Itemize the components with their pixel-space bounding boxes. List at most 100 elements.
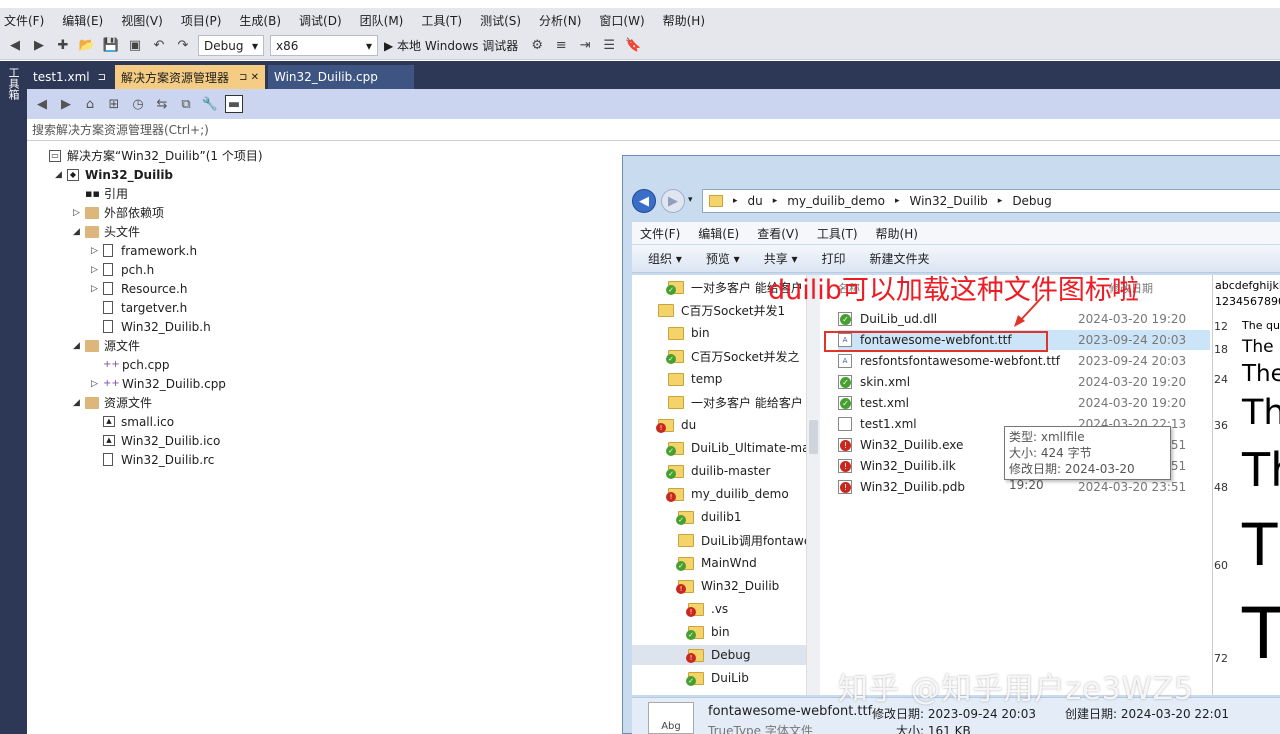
back-icon[interactable]: ◀ [6,37,24,55]
breadcrumb-item[interactable]: Debug [1012,194,1051,208]
menu-item[interactable]: 分析(N) [539,12,581,29]
debug-target-icon[interactable]: ⚙ [528,37,546,55]
menu-item[interactable]: 编辑(E) [62,12,103,29]
history-dropdown-icon[interactable]: ▾ [688,195,693,205]
nav-folder-item[interactable]: ! my_duilib_demo [666,484,820,504]
nav-folder-item[interactable]: ! du [656,415,820,435]
comment-icon[interactable]: ☰ [600,37,618,55]
explorer-command-button[interactable]: 打印 [822,250,846,267]
tab-test1-xml[interactable]: test1.xml ⊐ [27,65,112,89]
breadcrumb-separator-icon[interactable]: ▸ [895,196,900,206]
expand-arrow-icon[interactable]: ▷ [91,246,103,256]
properties-icon[interactable]: 🔧 [201,95,219,113]
explorer-menu-item[interactable]: 编辑(E) [698,225,739,242]
nav-folder-item[interactable]: ✓ duilib-master [666,461,820,481]
explorer-command-button[interactable]: 组织 ▾ [648,250,682,267]
explorer-menu-item[interactable]: 文件(F) [640,225,680,242]
file-row[interactable]: test.xml 2024-03-20 19:20 [838,393,1210,413]
collapse-arrow-icon[interactable]: ◢ [73,341,85,351]
nav-folder-item[interactable]: 一对多客户 能给客户 [668,392,820,412]
breadcrumb-item[interactable]: my_duilib_demo [787,194,885,208]
collapse-arrow-icon[interactable]: ◢ [73,227,85,237]
save-all-icon[interactable]: ▣ [126,37,144,55]
nav-folder-item[interactable]: DuiLib调用fontawe [678,530,820,550]
tree-item[interactable]: ▪▪ 引用 [73,184,128,203]
pin-icon[interactable]: ⊐ [98,72,106,83]
breadcrumb-separator-icon[interactable]: ▸ [998,196,1003,206]
tree-item[interactable]: targetver.h [91,298,187,317]
explorer-command-button[interactable]: 预览 ▾ [706,250,740,267]
menu-item[interactable]: 项目(P) [181,12,222,29]
expand-arrow-icon[interactable]: ▷ [91,379,103,389]
menu-item[interactable]: 工具(T) [421,12,462,29]
sync-icon[interactable]: ⇆ [153,95,171,113]
nav-folder-item[interactable]: ✓ bin [686,622,820,642]
pin-close-icon[interactable]: ⊐ ✕ [239,72,259,83]
undo-icon[interactable]: ↶ [150,37,168,55]
tree-item[interactable]: ▲ small.ico [91,412,174,431]
search-input[interactable]: 搜索解决方案资源管理器(Ctrl+;) [27,119,1280,141]
tree-item[interactable]: ▷ ++ Win32_Duilib.cpp [91,374,226,393]
menu-item[interactable]: 窗口(W) [599,12,644,29]
menu-item[interactable]: 团队(M) [360,12,404,29]
tree-item[interactable]: Win32_Duilib.rc [91,450,214,469]
home-icon[interactable]: ⌂ [81,95,99,113]
nav-folder-item[interactable]: ! Debug [632,645,807,665]
tree-item[interactable]: ▷ Resource.h [91,279,187,298]
toolbox-strip[interactable]: 工具箱 [0,61,27,734]
preview-icon[interactable]: ▬ [225,95,243,113]
explorer-menu-item[interactable]: 查看(V) [757,225,799,242]
forward-icon[interactable]: ▶ [661,189,685,213]
nav-folder-item[interactable]: ✓ DuiLib [686,668,820,688]
bookmark-icon[interactable]: 🔖 [624,37,642,55]
menu-item[interactable]: 帮助(H) [663,12,705,29]
run-debugger-button[interactable]: ▶ 本地 Windows 调试器 [384,37,518,54]
platform-select[interactable]: x86 ▾ [270,35,378,56]
tab-solution-explorer[interactable]: 解决方案资源管理器 ⊐ ✕ [115,65,265,89]
pending-changes-icon[interactable]: ◷ [129,95,147,113]
switch-view-icon[interactable]: ⊞ [105,95,123,113]
expand-arrow-icon[interactable]: ▷ [91,265,103,275]
tree-item[interactable]: ++ pch.cpp [91,355,169,374]
menu-item[interactable]: 文件(F) [4,12,44,29]
tree-item[interactable]: ▲ Win32_Duilib.ico [91,431,220,450]
nav-folder-item[interactable]: ✓ duilib1 [676,507,820,527]
breadcrumb-item[interactable]: Win32_Duilib [910,194,988,208]
nav-folder-item[interactable]: bin [668,323,820,343]
forward-icon[interactable]: ▶ [30,37,48,55]
nav-folder-item[interactable]: ✓ DuiLib_Ultimate-ma [666,438,820,458]
tree-item[interactable]: ◢ 源文件 [73,336,140,355]
tree-item[interactable]: ▷ 外部依赖项 [73,203,164,222]
forward-icon[interactable]: ▶ [57,95,75,113]
collapse-arrow-icon[interactable]: ◢ [73,398,85,408]
indent-icon[interactable]: ⇥ [576,37,594,55]
menu-item[interactable]: 视图(V) [121,12,163,29]
redo-icon[interactable]: ↷ [174,37,192,55]
tree-item[interactable]: ◢ 资源文件 [73,393,152,412]
address-bar[interactable]: ▸ du ▸ my_duilib_demo ▸ Win32_Duilib ▸ Debug [702,189,1280,213]
new-project-icon[interactable]: ✚ [54,37,72,55]
expand-arrow-icon[interactable]: ▷ [91,284,103,294]
tree-item[interactable]: ◢ 头文件 [73,222,140,241]
file-row[interactable]: Aresfontsfontawesome-webfont.ttf 2023-09-… [838,351,1210,371]
collapse-all-icon[interactable]: ⧉ [177,95,195,113]
nav-folder-item[interactable]: ! Win32_Duilib [676,576,820,596]
explorer-menu-item[interactable]: 工具(T) [817,225,858,242]
save-icon[interactable]: 💾 [102,37,120,55]
tree-item[interactable]: ▭ 解决方案“Win32_Duilib”(1 个项目) [37,146,263,165]
menu-item[interactable]: 调试(D) [299,12,342,29]
nav-folder-item[interactable]: ✓ C百万Socket并发之 [666,346,820,366]
breadcrumb-separator-icon[interactable]: ▸ [733,196,738,206]
file-row[interactable]: skin.xml 2024-03-20 19:20 [838,372,1210,392]
explorer-command-button[interactable]: 新建文件夹 [870,250,930,267]
tree-item[interactable]: ▷ framework.h [91,241,197,260]
config-select[interactable]: Debug ▾ [198,35,264,56]
nav-folder-item[interactable]: ✓ MainWnd [676,553,820,573]
menu-item[interactable]: 测试(S) [480,12,521,29]
nav-folder-item[interactable]: temp [668,369,820,389]
nav-folder-item[interactable]: ! .vs [686,599,820,619]
menu-item[interactable]: 生成(B) [239,12,281,29]
nav-scrollbar[interactable] [806,275,820,695]
explorer-menu-item[interactable]: 帮助(H) [876,225,918,242]
expand-arrow-icon[interactable]: ▷ [73,208,85,218]
